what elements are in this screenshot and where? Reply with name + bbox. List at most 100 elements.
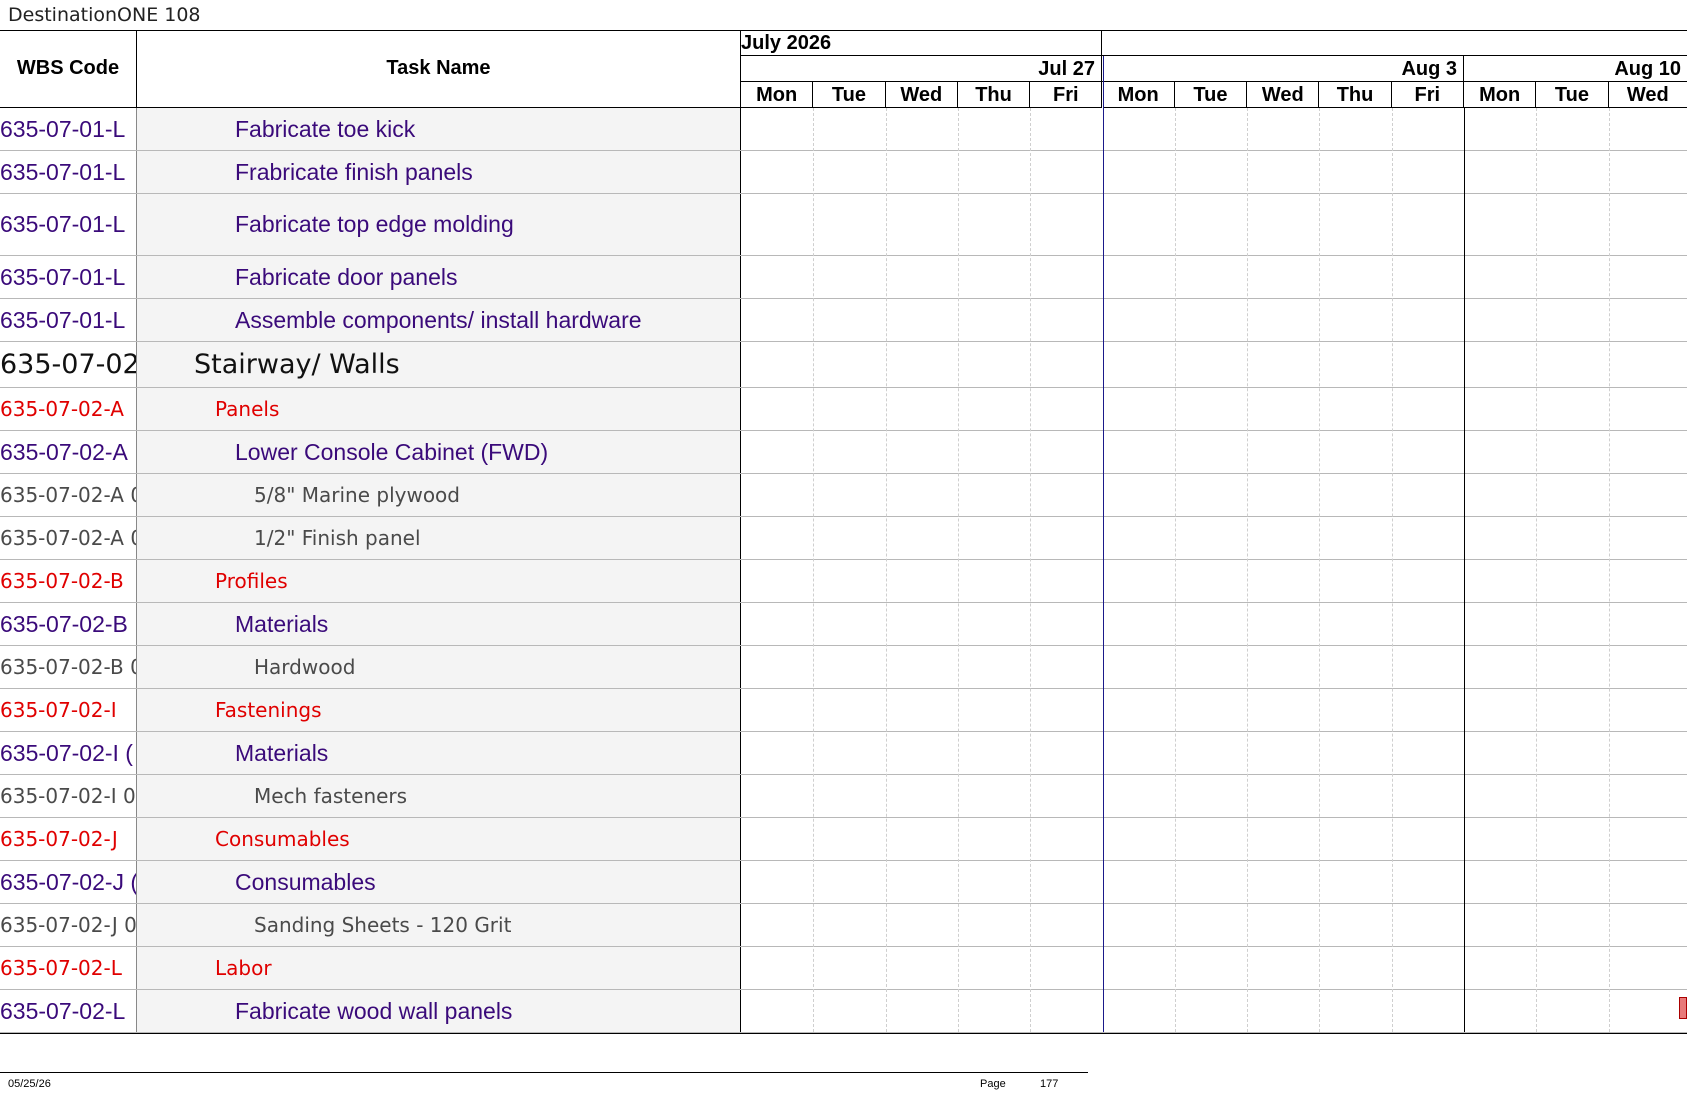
wbs-code-cell[interactable]: 635-07-01-L xyxy=(0,151,137,193)
wbs-code-cell[interactable]: 635-07-02-A xyxy=(0,431,137,473)
table-row[interactable]: 635-07-02-J Consumables xyxy=(0,818,1687,861)
task-name-cell[interactable]: Consumables xyxy=(137,818,741,860)
wbs-code-cell[interactable]: 635-07-02-L xyxy=(0,990,137,1032)
wbs-code-cell[interactable]: 635-07-01-L xyxy=(0,108,137,150)
timeline-cell[interactable] xyxy=(741,108,1687,150)
timeline-cell[interactable] xyxy=(741,818,1687,860)
table-row[interactable]: 635-07-02 Stairway/ Walls xyxy=(0,342,1687,388)
wbs-code-cell[interactable]: 635-07-01-L xyxy=(0,194,137,255)
timescale-month: July 2026 xyxy=(741,30,1102,56)
table-row[interactable]: 635-07-01-L Assemble components/ install … xyxy=(0,299,1687,342)
table-row[interactable]: 635-07-02-L Fabricate wood wall panels xyxy=(0,990,1687,1033)
table-row[interactable]: 635-07-01-L Fabricate top edge molding xyxy=(0,194,1687,256)
table-row[interactable]: 635-07-02-I 01 Mech fasteners xyxy=(0,775,1687,818)
timeline-cell[interactable] xyxy=(741,560,1687,602)
table-row[interactable]: 635-07-02-B Profiles xyxy=(0,560,1687,603)
day-gridline xyxy=(1608,108,1610,1032)
timescale-day: Fri xyxy=(1391,82,1464,108)
timeline-cell[interactable] xyxy=(741,517,1687,559)
timeline-cell[interactable] xyxy=(741,256,1687,298)
timeline-cell[interactable] xyxy=(741,904,1687,946)
wbs-code-cell[interactable]: 635-07-02-I 01 xyxy=(0,775,137,817)
table-row[interactable]: 635-07-02-L Labor xyxy=(0,947,1687,990)
wbs-column-header[interactable]: WBS Code xyxy=(0,30,137,108)
timeline-cell[interactable] xyxy=(741,299,1687,341)
timeline-cell[interactable] xyxy=(741,732,1687,774)
wbs-code-cell[interactable]: 635-07-02-I xyxy=(0,689,137,731)
timescale-day: Mon xyxy=(741,82,814,108)
table-row[interactable]: 635-07-02-I Fastenings xyxy=(0,689,1687,732)
table-row[interactable]: 635-07-02-B Materials xyxy=(0,603,1687,646)
wbs-code-cell[interactable]: 635-07-02 xyxy=(0,342,137,387)
task-name-cell[interactable]: Lower Console Cabinet (FWD) xyxy=(137,431,741,473)
timeline-cell[interactable] xyxy=(741,342,1687,387)
table-row[interactable]: 635-07-02-A Panels xyxy=(0,388,1687,431)
table-row[interactable]: 635-07-02-I (Materials xyxy=(0,732,1687,775)
wbs-code-cell[interactable]: 635-07-02-A xyxy=(0,388,137,430)
timescale-day: Thu xyxy=(1319,82,1392,108)
table-row[interactable]: 635-07-01-L Fabricate door panels xyxy=(0,256,1687,299)
footer-date: 05/25/26 xyxy=(8,1078,51,1090)
task-name-cell[interactable]: Fabricate toe kick xyxy=(137,108,741,150)
task-name-cell[interactable]: 1/2" Finish panel xyxy=(137,517,741,559)
table-row[interactable]: 635-07-02-A 0 5/8" Marine plywood xyxy=(0,474,1687,517)
table-row[interactable]: 635-07-02-B 0 Hardwood xyxy=(0,646,1687,689)
timeline-cell[interactable] xyxy=(741,861,1687,903)
wbs-code-cell[interactable]: 635-07-02-B xyxy=(0,603,137,645)
table-row[interactable]: 635-07-01-L Frabricate finish panels xyxy=(0,151,1687,194)
timeline-cell[interactable] xyxy=(741,990,1687,1032)
task-name-cell[interactable]: Fastenings xyxy=(137,689,741,731)
table-row[interactable]: 635-07-02-J (Consumables xyxy=(0,861,1687,904)
task-name-cell[interactable]: Profiles xyxy=(137,560,741,602)
wbs-code-cell[interactable]: 635-07-01-L xyxy=(0,256,137,298)
task-name-cell[interactable]: Assemble components/ install hardware xyxy=(137,299,741,341)
wbs-code-cell[interactable]: 635-07-02-A 0 xyxy=(0,474,137,516)
day-gridline xyxy=(1030,108,1032,1032)
timeline-cell[interactable] xyxy=(741,474,1687,516)
task-name-cell[interactable]: Labor xyxy=(137,947,741,989)
document-title: DestinationONE 108 xyxy=(8,4,201,26)
table-row[interactable]: 635-07-02-A Lower Console Cabinet (FWD) xyxy=(0,431,1687,474)
wbs-code-cell[interactable]: 635-07-01-L xyxy=(0,299,137,341)
timeline-cell[interactable] xyxy=(741,151,1687,193)
wbs-code-cell[interactable]: 635-07-02-J ( xyxy=(0,861,137,903)
task-name-cell[interactable]: Consumables xyxy=(137,861,741,903)
task-name-cell[interactable]: Mech fasteners xyxy=(137,775,741,817)
timeline-cell[interactable] xyxy=(741,775,1687,817)
task-bar-fragment[interactable] xyxy=(1679,997,1687,1019)
task-name-cell[interactable]: Frabricate finish panels xyxy=(137,151,741,193)
timescale-week: Aug 10 xyxy=(1464,56,1687,82)
task-name-cell[interactable]: Materials xyxy=(137,732,741,774)
task-name-column-header[interactable]: Task Name xyxy=(137,30,741,108)
timeline-cell[interactable] xyxy=(741,431,1687,473)
timeline-cell[interactable] xyxy=(741,388,1687,430)
table-row[interactable]: 635-07-02-A 0 1/2" Finish panel xyxy=(0,517,1687,560)
wbs-code-cell[interactable]: 635-07-02-L xyxy=(0,947,137,989)
task-name-cell[interactable]: Hardwood xyxy=(137,646,741,688)
task-name-cell[interactable]: Stairway/ Walls xyxy=(137,342,741,387)
task-name-cell[interactable]: Fabricate door panels xyxy=(137,256,741,298)
task-name-cell[interactable]: 5/8" Marine plywood xyxy=(137,474,741,516)
timeline-cell[interactable] xyxy=(741,947,1687,989)
task-name-cell[interactable]: Fabricate top edge molding xyxy=(137,194,741,255)
table-row[interactable]: 635-07-02-J 01 Sanding Sheets - 120 Grit xyxy=(0,904,1687,947)
day-gridline xyxy=(1464,108,1465,1032)
table-row[interactable]: 635-07-01-L Fabricate toe kick xyxy=(0,108,1687,151)
wbs-code-cell[interactable]: 635-07-02-B 0 xyxy=(0,646,137,688)
timescale-day: Tue xyxy=(813,82,886,108)
wbs-code-cell[interactable]: 635-07-02-J 01 xyxy=(0,904,137,946)
wbs-code-cell[interactable]: 635-07-02-J xyxy=(0,818,137,860)
task-name-cell[interactable]: Panels xyxy=(137,388,741,430)
wbs-code-cell[interactable]: 635-07-02-B xyxy=(0,560,137,602)
timescale-month-blank xyxy=(1102,30,1687,56)
wbs-code-cell[interactable]: 635-07-02-A 0 xyxy=(0,517,137,559)
wbs-code-cell[interactable]: 635-07-02-I ( xyxy=(0,732,137,774)
day-gridline xyxy=(813,108,815,1032)
task-name-cell[interactable]: Materials xyxy=(137,603,741,645)
timeline-cell[interactable] xyxy=(741,194,1687,255)
timeline-cell[interactable] xyxy=(741,689,1687,731)
timeline-cell[interactable] xyxy=(741,646,1687,688)
task-name-cell[interactable]: Sanding Sheets - 120 Grit xyxy=(137,904,741,946)
task-name-cell[interactable]: Fabricate wood wall panels xyxy=(137,990,741,1032)
timeline-cell[interactable] xyxy=(741,603,1687,645)
